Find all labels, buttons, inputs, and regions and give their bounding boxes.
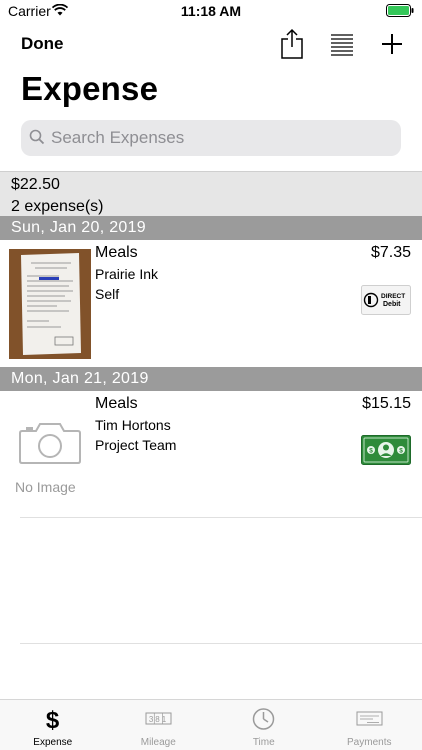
navigation-bar: Done <box>0 22 422 66</box>
expense-payer: Self <box>95 286 120 302</box>
page-title: Expense <box>21 70 159 107</box>
date-header: Mon, Jan 21, 2019 <box>0 367 422 391</box>
total-amount: $22.50 <box>11 176 60 193</box>
cash-icon: $ $ <box>361 435 411 465</box>
dollar-icon: $ <box>46 707 60 732</box>
expense-payer: Project Team <box>95 437 177 453</box>
share-icon[interactable] <box>278 28 306 60</box>
list-item[interactable]: Meals Prairie Ink Self $7.35 DIRECT Debi… <box>0 240 422 366</box>
list-item[interactable]: No Image Meals Tim Hortons Project Team … <box>0 391 422 517</box>
odometer-reading: 381 <box>148 715 167 724</box>
tab-bar: $ Expense 381 Mileage Time Payments <box>0 699 422 750</box>
expense-amount: $15.15 <box>362 395 411 412</box>
status-bar: Carrier 11:18 AM <box>0 0 422 22</box>
direct-debit-icon: DIRECT Debit <box>361 285 411 315</box>
search-bar[interactable] <box>21 120 401 156</box>
tab-time[interactable]: Time <box>211 700 317 750</box>
tab-payments[interactable]: Payments <box>317 700 422 750</box>
expense-summary: $22.50 2 expense(s) <box>0 171 422 216</box>
tab-label: Time <box>252 737 275 748</box>
row-separator <box>20 517 422 518</box>
expense-category: Meals <box>95 395 138 412</box>
done-button[interactable]: Done <box>21 34 64 54</box>
direct-label: DIRECT <box>381 293 405 300</box>
clock-icon <box>252 708 275 730</box>
svg-text:$: $ <box>399 448 403 455</box>
expense-vendor: Prairie Ink <box>95 266 159 282</box>
expense-count: 2 expense(s) <box>11 198 104 215</box>
date-header: Sun, Jan 20, 2019 <box>0 216 422 240</box>
tab-label: Payments <box>347 737 392 748</box>
expense-amount: $7.35 <box>370 244 411 261</box>
search-input[interactable] <box>51 120 391 156</box>
battery-icon <box>386 4 414 17</box>
tab-label: Expense <box>33 737 73 748</box>
svg-text:$: $ <box>369 448 373 455</box>
debit-label: Debit <box>383 301 401 308</box>
tab-mileage[interactable]: 381 Mileage <box>106 700 212 750</box>
svg-text:$: $ <box>46 707 60 732</box>
list-icon[interactable] <box>328 28 356 60</box>
expense-category: Meals <box>95 244 138 261</box>
check-icon <box>356 711 382 726</box>
odometer-icon: 381 <box>145 712 171 725</box>
camera-icon[interactable] <box>18 421 82 465</box>
status-time: 11:18 AM <box>180 3 242 19</box>
tab-label: Mileage <box>140 737 176 748</box>
add-icon[interactable] <box>378 28 406 60</box>
tab-expense[interactable]: $ Expense <box>0 700 106 750</box>
receipt-thumbnail[interactable] <box>9 249 91 359</box>
search-icon <box>29 129 45 145</box>
no-image-label: No Image <box>15 479 76 495</box>
row-separator <box>20 643 422 644</box>
expense-vendor: Tim Hortons <box>95 417 171 433</box>
